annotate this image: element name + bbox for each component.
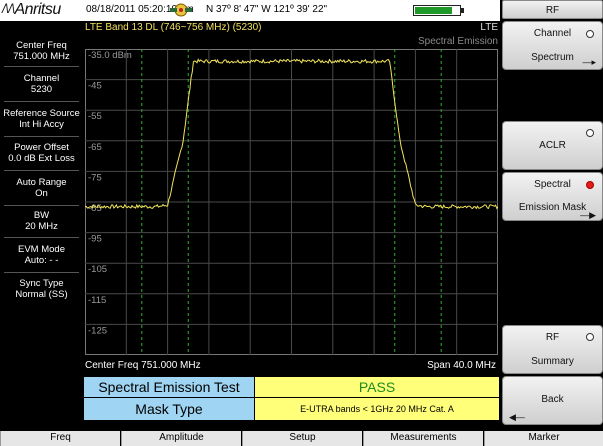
mask-value-cell: E-UTRA bands < 1GHz 20 MHz Cat. A <box>254 397 500 421</box>
mask-type-value: E-UTRA bands < 1GHz 20 MHz Cat. A <box>300 404 454 414</box>
y-tick-label: -105 <box>88 264 107 275</box>
y-tick-label: -95 <box>88 234 102 245</box>
y-tick-label: -35.0 dBm <box>88 50 132 61</box>
setting-label: Sync Type <box>19 278 64 289</box>
y-tick-label: -85 <box>88 203 102 214</box>
back-button[interactable]: Back ◀— <box>502 376 603 425</box>
y-tick-label: -45 <box>88 81 102 92</box>
softkey-label-line2: Summary <box>531 356 574 367</box>
divider <box>4 66 79 67</box>
pass-status: PASS <box>358 379 396 395</box>
setting-sync-type: Sync Type Normal (SS) <box>0 278 83 300</box>
setting-label: BW <box>33 210 50 221</box>
aclr-button[interactable]: ACLR <box>502 121 603 170</box>
anritsu-logo: /\/\Anritsu <box>2 1 61 18</box>
radio-off-icon <box>586 30 594 38</box>
setting-evm-mode: EVM Mode Auto: - - <box>0 244 83 266</box>
setting-label: Power Offset <box>14 142 69 153</box>
battery-tip <box>461 8 464 13</box>
band-title: LTE Band 13 DL (746~756 MHz) (5230) <box>85 22 262 33</box>
y-tick-label: -65 <box>88 142 102 153</box>
brand-name: Anritsu <box>14 1 61 18</box>
setting-bw: BW 20 MHz <box>0 210 83 232</box>
y-tick-label: -125 <box>88 325 107 336</box>
divider <box>4 237 79 238</box>
setting-label: EVM Mode <box>18 244 65 255</box>
setting-label: Center Freq <box>16 40 67 51</box>
back-arrow-icon: ◀— <box>509 412 525 422</box>
setting-auto-range: Auto Range On <box>0 177 83 199</box>
test-label-cell: Spectral Emission Test <box>83 376 255 398</box>
mask-label: Mask Type <box>135 401 203 417</box>
submenu-arrow-icon: —▸ <box>582 57 596 67</box>
divider <box>4 205 79 206</box>
setting-value: On <box>35 188 48 199</box>
setting-channel: Channel 5230 <box>0 73 83 95</box>
setting-power-offset: Power Offset 0.0 dB Ext Loss <box>0 142 83 164</box>
y-tick-label: -75 <box>88 172 102 183</box>
span-label: Span 40.0 MHz <box>427 360 496 371</box>
softkey-header-label: RF <box>545 5 560 16</box>
mode-label: LTE <box>480 22 498 33</box>
menu-tab-marker[interactable]: Marker <box>484 431 603 446</box>
softkey-menu-header: RF <box>502 0 603 19</box>
setting-label: Channel <box>23 73 60 84</box>
setting-label: Reference Source <box>3 108 80 119</box>
test-result-cell: PASS <box>254 376 500 398</box>
divider <box>4 272 79 273</box>
battery-icon <box>413 5 464 16</box>
y-tick-label: -115 <box>88 295 106 306</box>
radio-off-icon <box>586 333 594 341</box>
setting-label: Auto Range <box>16 177 67 188</box>
setting-value: Normal (SS) <box>15 289 68 300</box>
settings-panel: Center Freq 751.000 MHz Channel 5230 Ref… <box>0 21 83 397</box>
rf-summary-button[interactable]: RF Summary <box>502 325 603 374</box>
spectral-emission-mask-button[interactable]: Spectral Emission Mask —▶ <box>502 172 603 221</box>
y-tick-label: -55 <box>88 111 102 122</box>
menu-tab-freq[interactable]: Freq <box>0 431 120 446</box>
center-freq-label: Center Freq 751.000 MHz <box>85 360 201 371</box>
menu-tab-amplitude[interactable]: Amplitude <box>121 431 241 446</box>
main-menu-bar: Freq Amplitude Setup Measurements Marker <box>0 430 603 446</box>
setting-center-freq: Center Freq 751.000 MHz <box>0 40 83 62</box>
gps-satellite-icon <box>170 3 192 17</box>
setting-value: Auto: - - <box>24 255 59 266</box>
divider <box>4 136 79 137</box>
radio-off-icon <box>586 129 594 137</box>
setting-value: 5230 <box>30 84 53 95</box>
menu-tab-setup[interactable]: Setup <box>242 431 362 446</box>
graticule-chart: -35.0 dBm -45 -55 -65 -75 -85 -95 -105 -115 -125 <box>85 49 498 355</box>
setting-value: 751.000 MHz <box>13 51 70 62</box>
divider <box>4 170 79 171</box>
softkey-label: Back <box>541 394 564 405</box>
setting-value: 20 MHz <box>25 221 58 232</box>
setting-value: Int Hi Accy <box>19 119 64 130</box>
test-label: Spectral Emission Test <box>98 379 240 395</box>
mask-label-cell: Mask Type <box>83 397 255 421</box>
radio-on-icon <box>586 181 594 189</box>
results-table: Spectral Emission Test PASS Mask Type E-… <box>83 376 500 421</box>
setting-reference-source: Reference Source Int Hi Accy <box>0 108 83 130</box>
battery-level-fill <box>415 7 452 14</box>
channel-spectrum-button[interactable]: Channel Spectrum —▸ <box>502 21 603 70</box>
gps-coordinates: N 37º 8' 47" W 121º 39' 22" <box>206 4 328 15</box>
softkey-label: ACLR <box>539 140 566 151</box>
status-bar: /\/\Anritsu 08/18/2011 05:20:10 pm N 37º… <box>0 0 500 21</box>
measurement-label: Spectral Emission <box>417 36 498 47</box>
menu-tab-measurements[interactable]: Measurements <box>363 431 483 446</box>
softkey-panel: RF Channel Spectrum —▸ ACLR Spectral Emi… <box>500 0 603 430</box>
divider <box>4 101 79 102</box>
setting-value: 0.0 dB Ext Loss <box>8 153 75 164</box>
spectrum-plot: LTE Band 13 DL (746~756 MHz) (5230) LTE … <box>83 21 500 376</box>
submenu-arrow-icon: —▶ <box>580 210 596 220</box>
